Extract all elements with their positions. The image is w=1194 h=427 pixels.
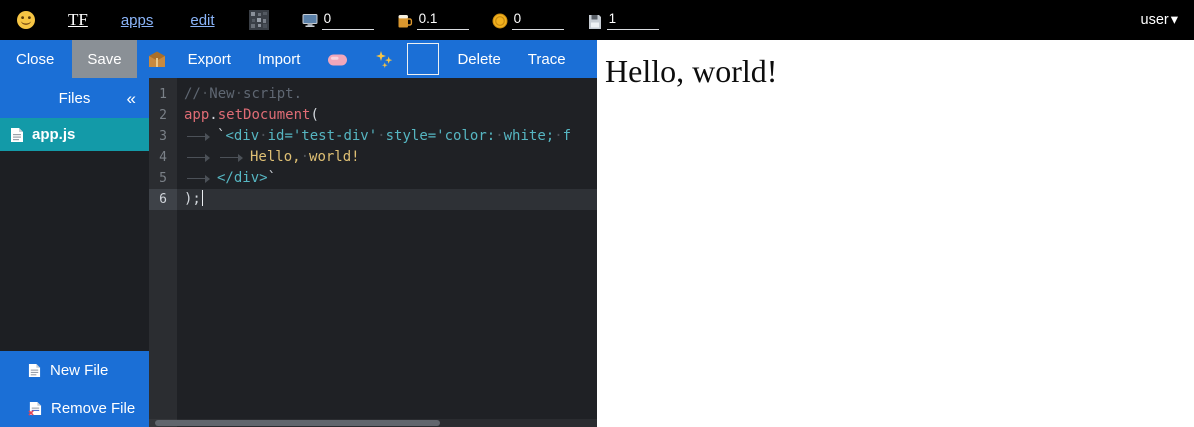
user-menu[interactable]: user ▾: [1141, 12, 1179, 28]
import-button[interactable]: Import: [258, 40, 301, 78]
code-content: //·New·script.: [177, 84, 597, 105]
monitor-stat-field[interactable]: 0: [302, 11, 374, 30]
soap-icon-button[interactable]: [327, 40, 348, 78]
export-button[interactable]: Export: [188, 40, 231, 78]
package-icon-button[interactable]: [147, 40, 167, 78]
file-item-appjs[interactable]: app.js: [0, 118, 149, 151]
nav-link-edit[interactable]: edit: [190, 12, 214, 29]
horizontal-scrollbar-thumb[interactable]: [155, 420, 440, 426]
code-content: </div>`: [177, 168, 597, 189]
beer-stat-field[interactable]: 0.1: [397, 11, 469, 30]
tab-indicator-icon: [184, 150, 217, 164]
code-content: );: [177, 189, 597, 210]
app-root: TF apps edit: [0, 0, 1194, 427]
user-label: user: [1141, 12, 1169, 28]
code-content: app.setDocument(: [177, 105, 597, 126]
files-header: Files «: [0, 78, 149, 118]
workspace: Files « app.j: [0, 78, 597, 427]
empty-slot-button[interactable]: [407, 43, 439, 75]
code-lines: 1//·New·script.2app.setDocument(3`<div·i…: [149, 78, 597, 210]
code-line[interactable]: 4Hello,·world!: [149, 147, 597, 168]
new-file-button[interactable]: New File: [0, 351, 149, 389]
line-number: 1: [149, 84, 177, 105]
code-line[interactable]: 1//·New·script.: [149, 84, 597, 105]
remove-file-icon: [28, 401, 42, 416]
pixel-grid-icon[interactable]: [249, 10, 269, 30]
line-number: 4: [149, 147, 177, 168]
new-file-icon: [28, 363, 41, 378]
code-content: `<div·id='test-div'·style='color:·white;…: [177, 126, 597, 147]
tab-indicator-icon: [184, 129, 217, 143]
floppy-stat-value: 1: [607, 11, 659, 30]
coin-icon: [492, 13, 508, 29]
line-number: 2: [149, 105, 177, 126]
code-content: Hello,·world!: [177, 147, 597, 168]
code-line[interactable]: 6);: [149, 189, 597, 210]
beer-icon: [397, 13, 413, 29]
line-number: 3: [149, 126, 177, 147]
nav-link-apps[interactable]: apps: [121, 12, 154, 29]
save-button[interactable]: Save: [72, 40, 136, 78]
horizontal-scrollbar-track[interactable]: [149, 419, 597, 427]
preview-panel: Hello, world!: [597, 40, 1194, 427]
file-list-area: [0, 151, 149, 351]
brand-link[interactable]: TF: [68, 10, 88, 30]
topbar: TF apps edit: [0, 0, 1194, 40]
code-line[interactable]: 3`<div·id='test-div'·style='color:·white…: [149, 126, 597, 147]
tab-indicator-icon: [184, 171, 217, 185]
editor-toolbar: Close Save Export Import: [0, 40, 597, 78]
monitor-stat-value: 0: [322, 11, 374, 30]
floppy-icon: [587, 13, 603, 29]
coin-stat-value: 0: [512, 11, 564, 30]
monitor-icon: [302, 13, 318, 29]
delete-button[interactable]: Delete: [457, 40, 500, 78]
smiley-logo-icon[interactable]: [16, 10, 36, 30]
code-editor[interactable]: 1//·New·script.2app.setDocument(3`<div·i…: [149, 78, 597, 427]
floppy-stat-field[interactable]: 1: [587, 11, 659, 30]
collapse-sidebar-button[interactable]: «: [127, 90, 136, 107]
files-sidebar: Files « app.j: [0, 78, 149, 427]
file-icon: [10, 127, 24, 143]
file-name: app.js: [32, 126, 75, 143]
coin-stat-field[interactable]: 0: [492, 11, 564, 30]
code-line[interactable]: 2app.setDocument(: [149, 105, 597, 126]
ide-panel: Close Save Export Import: [0, 40, 597, 427]
close-button[interactable]: Close: [16, 40, 54, 78]
line-number: 5: [149, 168, 177, 189]
remove-file-label: Remove File: [51, 400, 135, 417]
main-body: Close Save Export Import: [0, 40, 1194, 427]
trace-button[interactable]: Trace: [528, 40, 566, 78]
preview-output-text: Hello, world!: [605, 53, 1194, 90]
line-number: 6: [149, 189, 177, 210]
sparkles-icon-button[interactable]: [374, 40, 394, 78]
text-cursor: [202, 190, 203, 206]
new-file-label: New File: [50, 362, 108, 379]
code-line[interactable]: 5</div>`: [149, 168, 597, 189]
beer-stat-value: 0.1: [417, 11, 469, 30]
caret-down-icon: ▾: [1171, 12, 1178, 28]
tab-indicator-icon: [217, 150, 250, 164]
remove-file-button[interactable]: Remove File: [0, 389, 149, 427]
